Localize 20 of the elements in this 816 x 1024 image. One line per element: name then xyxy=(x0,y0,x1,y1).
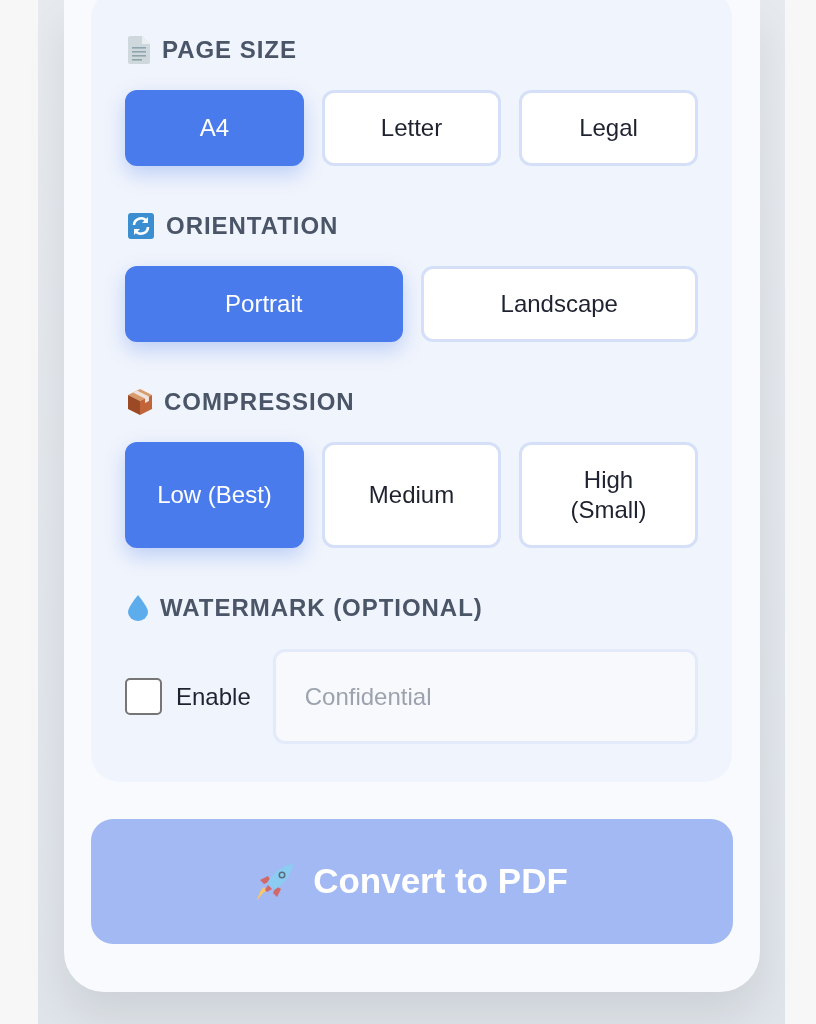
rocket-icon xyxy=(256,862,295,901)
section-title: WATERMARK (OPTIONAL) xyxy=(160,594,483,622)
water-drop-icon xyxy=(128,595,148,621)
option-button[interactable]: Landscape xyxy=(420,266,698,342)
checkbox[interactable] xyxy=(125,678,162,715)
section-title: PAGE SIZE xyxy=(162,36,297,64)
option-button[interactable]: A4 xyxy=(125,90,304,166)
section-title: ORIENTATION xyxy=(166,212,339,240)
checkbox-label: Enable xyxy=(176,681,251,712)
option-button[interactable]: Portrait xyxy=(125,266,403,342)
option-button[interactable]: Low (Best) xyxy=(125,442,304,548)
watermark-input[interactable]: Confidential xyxy=(272,649,698,744)
refresh-arrows-icon xyxy=(128,213,154,239)
option-button[interactable]: High (Small) xyxy=(519,442,698,548)
document-icon xyxy=(128,36,150,64)
box-icon xyxy=(128,389,152,415)
option-button[interactable]: Medium xyxy=(322,442,501,548)
section-title: COMPRESSION xyxy=(164,388,355,416)
option-button[interactable]: Letter xyxy=(322,90,501,166)
option-button[interactable]: Legal xyxy=(519,90,698,166)
